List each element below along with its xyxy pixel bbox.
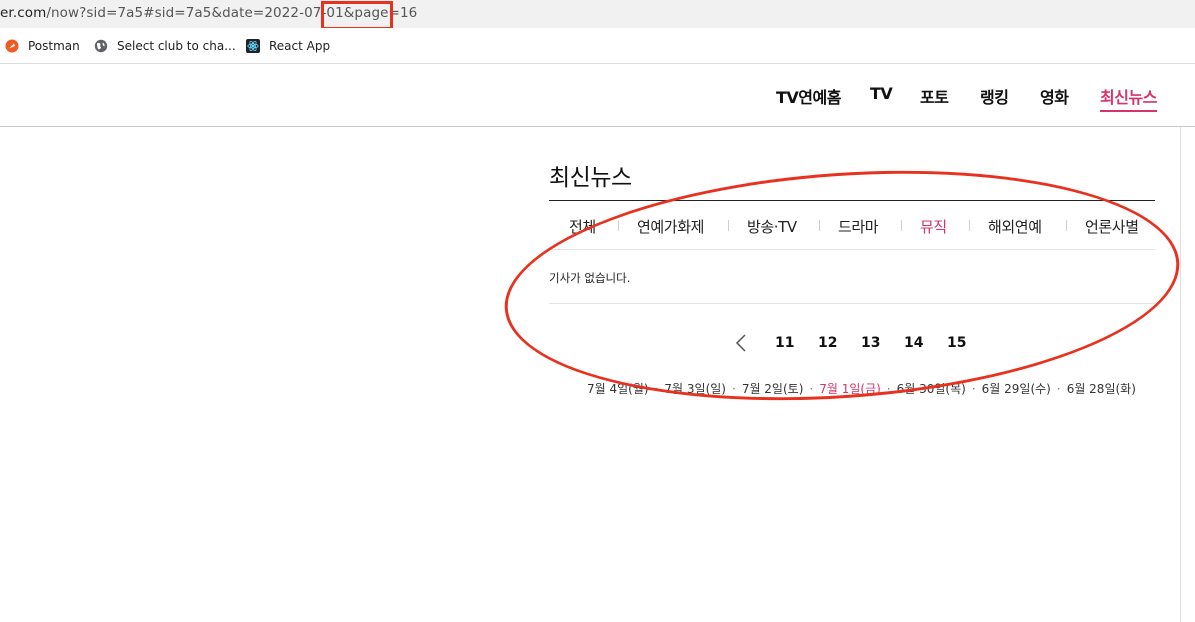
nav-ranking[interactable]: 랭킹 [980, 84, 1009, 108]
date-link-0629[interactable]: 6월 29일(수) [982, 380, 1051, 397]
site-nav: TV연예홈 TV 포토 랭킹 영화 최신뉴스 [0, 64, 1195, 127]
nav-latest-news[interactable]: 최신뉴스 [1100, 84, 1157, 112]
bookmark-react-app[interactable]: React App [246, 39, 330, 53]
nav-tv[interactable]: TV [870, 84, 893, 103]
nav-tv-entertainment-home[interactable]: TV연예홈 [776, 84, 841, 108]
page-title: 최신뉴스 [549, 165, 632, 191]
content-right-divider [1180, 127, 1181, 622]
date-link-0628[interactable]: 6월 28일(화) [1067, 380, 1136, 397]
url-host: er.com [0, 5, 47, 21]
bookmark-select-club[interactable]: Select club to cha... [94, 39, 236, 53]
annotation-highlight-box [321, 1, 393, 30]
nav-photo[interactable]: 포토 [920, 84, 949, 108]
date-separator: · [1056, 381, 1061, 396]
postman-icon [5, 39, 19, 53]
bookmark-postman[interactable]: Postman [5, 39, 80, 53]
bookmark-label: React App [269, 39, 331, 53]
react-icon [246, 39, 260, 53]
address-bar[interactable]: er.com/now?sid=7a5#sid=7a5&date=2022-07-… [0, 0, 1195, 28]
bookmark-label: Postman [28, 39, 80, 53]
bookmarks-bar: Postman Select club to cha... React App [0, 28, 1195, 64]
date-separator: · [971, 381, 976, 396]
nav-movie[interactable]: 영화 [1040, 84, 1069, 108]
globe-icon [94, 39, 108, 53]
bookmark-label: Select club to cha... [117, 39, 236, 53]
